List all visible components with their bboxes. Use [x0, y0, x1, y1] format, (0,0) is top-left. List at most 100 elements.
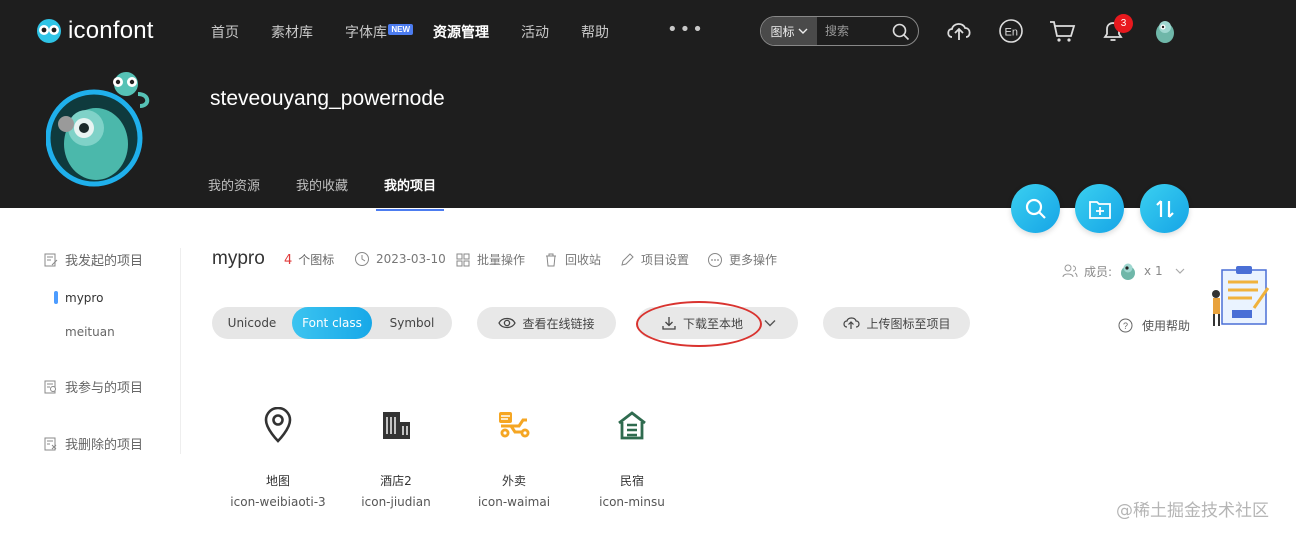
icon-name: 外卖 — [501, 474, 526, 488]
icon-code: icon-jiudian — [361, 495, 431, 509]
member-avatar-icon — [1121, 263, 1136, 280]
icon-name: 地图 — [265, 474, 290, 488]
tab-my-projects[interactable]: 我的项目 — [376, 175, 445, 211]
project-date-text: 2023-03-10 — [376, 252, 446, 266]
document-edit-icon — [44, 253, 58, 266]
search-input[interactable] — [817, 24, 887, 38]
document-search-icon — [44, 380, 56, 393]
new-folder-icon — [1088, 200, 1111, 219]
recycle-bin-label: 回收站 — [565, 253, 602, 267]
chevron-down-icon — [1175, 268, 1185, 274]
chameleon-logo-icon — [37, 19, 61, 43]
batch-operation-label: 批量操作 — [477, 253, 526, 267]
icon-card[interactable]: 酒店2 icon-jiudian — [341, 400, 451, 509]
more-dots-icon — [708, 252, 722, 267]
homestay-house-icon — [577, 400, 687, 450]
sidebar-joined-title: 我参与的项目 — [65, 381, 144, 396]
trash-icon — [546, 253, 556, 266]
profile-tabs: 我的资源 我的收藏 我的项目 — [208, 175, 472, 211]
icon-count-suffix: 个图标 — [298, 253, 335, 267]
profile-username: steveouyang_powernode — [210, 87, 445, 110]
upload-cloud-icon[interactable] — [945, 18, 973, 44]
nav-home[interactable]: 首页 — [211, 22, 239, 42]
upload-cloud-icon — [843, 317, 861, 329]
search-icon[interactable] — [892, 23, 910, 41]
icon-code: icon-waimai — [477, 495, 551, 509]
toggle-unicode[interactable]: Unicode — [212, 307, 292, 339]
nav-resource-management[interactable]: 资源管理 — [433, 22, 489, 42]
icon-card[interactable]: 民宿 icon-minsu — [577, 400, 687, 509]
grid-icon — [456, 253, 470, 266]
delivery-scooter-icon — [459, 400, 569, 450]
nav-help[interactable]: 帮助 — [581, 22, 609, 42]
question-circle-icon: ? — [1118, 318, 1133, 333]
icon-code: icon-minsu — [599, 495, 665, 509]
highlight-annotation-circle — [636, 301, 762, 347]
members-count: x 1 — [1144, 264, 1163, 278]
sort-icon — [1155, 199, 1174, 218]
sidebar-joined-projects[interactable]: 我参与的项目 — [43, 377, 143, 396]
search-icon — [1025, 198, 1046, 219]
brand-name: iconfont — [68, 17, 154, 44]
icon-card[interactable]: 地图 icon-weibiaoti-3 — [223, 400, 333, 509]
fab-sort-button[interactable] — [1140, 184, 1189, 233]
project-settings-label: 项目设置 — [641, 253, 690, 267]
upload-label: 上传图标至项目 — [866, 316, 951, 331]
view-online-link-button[interactable]: 查看在线链接 — [477, 307, 616, 339]
toggle-font-class[interactable]: Font class — [292, 307, 372, 339]
fab-new-folder-button[interactable] — [1075, 184, 1124, 233]
toggle-symbol[interactable]: Symbol — [372, 307, 452, 339]
usage-help-link[interactable]: ? 使用帮助 — [1118, 317, 1190, 334]
clock-icon — [355, 252, 369, 266]
language-en-icon[interactable]: En — [998, 18, 1024, 44]
more-operations-button[interactable]: 更多操作 — [707, 251, 777, 268]
chevron-down-icon — [798, 28, 807, 34]
search-type-label: 图标 — [770, 24, 795, 39]
cart-icon[interactable] — [1048, 18, 1076, 44]
map-pin-icon — [223, 400, 333, 450]
document-delete-icon — [44, 437, 57, 450]
sidebar-item-mypro[interactable]: mypro — [65, 291, 103, 305]
tab-my-favorites[interactable]: 我的收藏 — [296, 175, 348, 211]
fab-search-button[interactable] — [1011, 184, 1060, 233]
sidebar-deleted-projects[interactable]: 我删除的项目 — [43, 434, 143, 453]
nav-activities[interactable]: 活动 — [521, 22, 549, 42]
svg-text:?: ? — [1123, 321, 1128, 331]
code-type-toggle: Unicode Font class Symbol — [212, 307, 452, 339]
sidebar-item-meituan[interactable]: meituan — [65, 325, 115, 339]
sidebar-created-projects[interactable]: 我发起的项目 — [43, 250, 143, 269]
project-members[interactable]: 成员: x 1 — [1062, 261, 1185, 281]
user-avatar-icon[interactable] — [1152, 17, 1178, 45]
icon-card[interactable]: 外卖 icon-waimai — [459, 400, 569, 509]
nav-fonts-label: 字体库 — [345, 25, 387, 41]
hotel-building-icon — [341, 400, 451, 450]
more-operations-label: 更多操作 — [729, 253, 778, 267]
usage-help-label: 使用帮助 — [1142, 319, 1191, 333]
recycle-bin-button[interactable]: 回收站 — [543, 251, 601, 268]
project-settings-button[interactable]: 项目设置 — [619, 251, 689, 268]
search-type-select[interactable]: 图标 — [761, 17, 817, 45]
nav-materials[interactable]: 素材库 — [271, 22, 313, 42]
svg-text:En: En — [1005, 27, 1018, 39]
icon-code: icon-weibiaoti-3 — [230, 495, 326, 509]
clipboard-illustration — [1212, 266, 1270, 326]
eye-icon — [498, 317, 517, 329]
project-date: 2023-03-10 — [354, 251, 446, 267]
pencil-icon — [621, 252, 634, 266]
sidebar-created-title: 我发起的项目 — [65, 254, 144, 269]
sidebar-deleted-title: 我删除的项目 — [65, 438, 144, 453]
sidebar-active-indicator — [54, 291, 58, 304]
nav-more-button[interactable]: ••• — [667, 19, 705, 40]
project-name: mypro — [212, 248, 265, 269]
tab-my-resources[interactable]: 我的资源 — [208, 175, 260, 211]
upload-icons-button[interactable]: 上传图标至项目 — [823, 307, 970, 339]
project-icon-count: 4 个图标 — [284, 251, 334, 268]
main-nav: 首页 素材库 字体库 NEW 资源管理 活动 帮助 — [211, 22, 641, 42]
brand-logo[interactable]: iconfont — [34, 17, 154, 45]
icon-name: 酒店2 — [380, 474, 412, 488]
members-icon — [1062, 264, 1078, 278]
batch-operation-button[interactable]: 批量操作 — [455, 251, 525, 268]
chevron-down-icon[interactable] — [764, 319, 776, 327]
nav-fonts[interactable]: 字体库 NEW — [345, 22, 413, 42]
profile-avatar — [46, 72, 150, 187]
